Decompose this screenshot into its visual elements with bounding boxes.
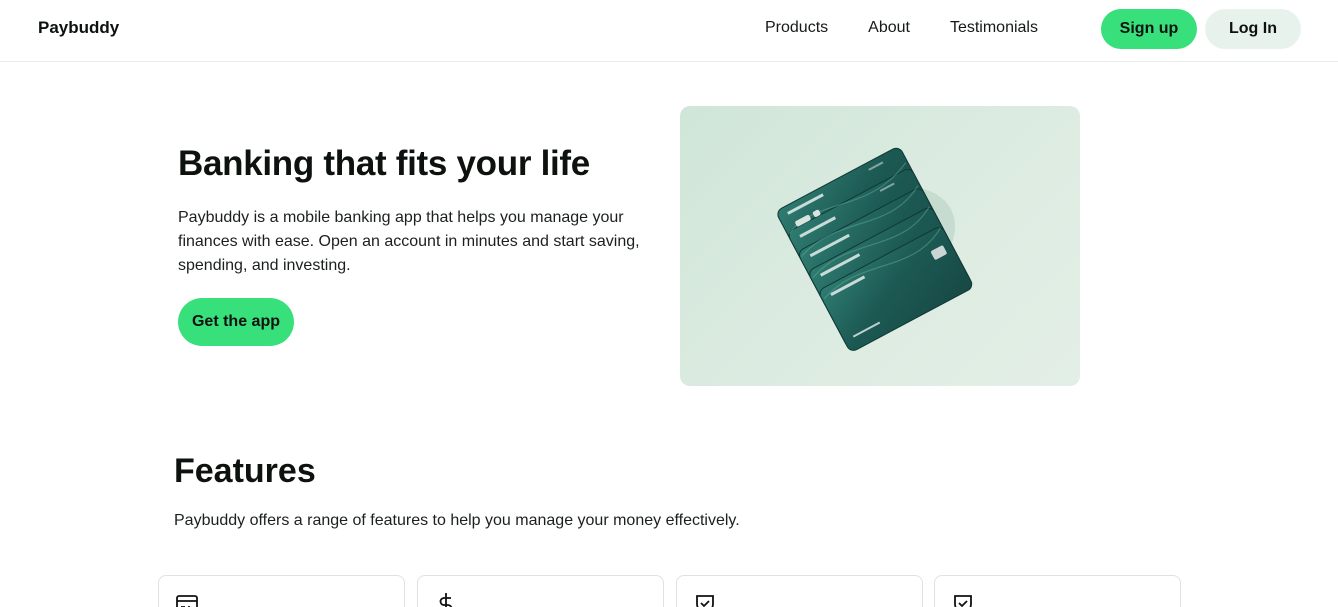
- dollar-icon: [439, 593, 453, 607]
- shield-check-icon: [954, 595, 972, 607]
- hero-cards-image: [680, 106, 1080, 386]
- feature-card[interactable]: [934, 575, 1181, 607]
- shield-check-icon: [696, 595, 714, 607]
- login-button[interactable]: Log In: [1205, 9, 1301, 49]
- credit-cards-illustration: [777, 147, 973, 351]
- nav-link-testimonials[interactable]: Testimonials: [950, 19, 1038, 37]
- feature-card[interactable]: [676, 575, 923, 607]
- credit-card-icon: [176, 595, 198, 607]
- feature-card[interactable]: [158, 575, 405, 607]
- nav-links: Products About Testimonials: [765, 19, 1038, 37]
- signup-button[interactable]: Sign up: [1101, 9, 1197, 49]
- features-description: Paybuddy offers a range of features to h…: [174, 512, 740, 529]
- feature-card[interactable]: [417, 575, 664, 607]
- hero-description: Paybuddy is a mobile banking app that he…: [178, 209, 640, 274]
- brand-logo[interactable]: Paybuddy: [38, 18, 119, 38]
- features-title: Features: [174, 452, 316, 490]
- navbar: Paybuddy Products About Testimonials Sig…: [0, 0, 1338, 62]
- nav-link-about[interactable]: About: [868, 19, 910, 37]
- get-app-button[interactable]: Get the app: [178, 298, 294, 346]
- nav-link-products[interactable]: Products: [765, 19, 828, 37]
- hero-title: Banking that fits your life: [178, 144, 590, 183]
